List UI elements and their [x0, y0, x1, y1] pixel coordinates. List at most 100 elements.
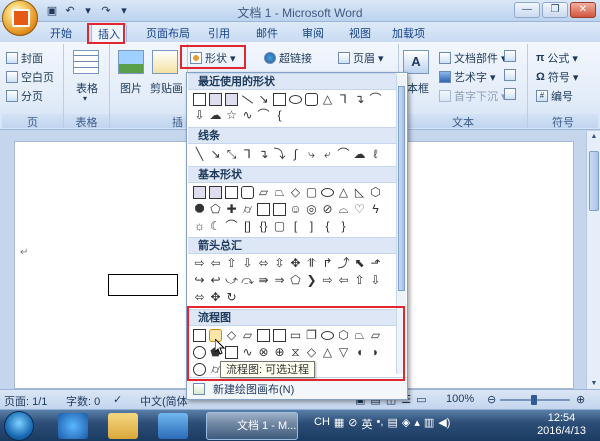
blank-page-button[interactable]: 空白页	[6, 69, 54, 85]
flow-extract[interactable]: △	[321, 346, 334, 359]
flow-process[interactable]	[193, 329, 206, 342]
basic-no-symbol[interactable]: ⊘	[321, 203, 334, 216]
zoom-level[interactable]: 100%	[446, 393, 474, 405]
basic-moon[interactable]: ☾	[209, 220, 222, 233]
office-button[interactable]	[2, 0, 38, 36]
flow-sequential-storage[interactable]	[193, 363, 206, 376]
flow-delay[interactable]: ◗	[369, 346, 382, 359]
table-dropdown-icon[interactable]: ▾	[83, 94, 87, 103]
arrow-left-right[interactable]: ⬄	[257, 257, 270, 270]
basic-right-bracket[interactable]: ]	[305, 220, 318, 233]
ime-punct-icon[interactable]: •,	[377, 416, 384, 432]
basic-bracket-pair[interactable]: []	[241, 220, 254, 233]
basic-smiley[interactable]: ☺	[289, 203, 302, 216]
basic-lightning[interactable]: ϟ	[369, 203, 382, 216]
arrow-callout-quad[interactable]: ✥	[209, 291, 222, 304]
shape-star[interactable]: ☆	[225, 109, 238, 122]
basic-rounded-rect[interactable]	[241, 186, 254, 199]
basic-diamond[interactable]: ◇	[289, 186, 302, 199]
network-icon[interactable]: ▥	[424, 416, 434, 432]
shape-freeform[interactable]: ∿	[241, 109, 254, 122]
basic-right-triangle[interactable]: ◺	[353, 186, 366, 199]
shape-curved[interactable]: ⌒	[369, 93, 382, 106]
line-curved-arrow[interactable]: ⤷	[305, 148, 318, 161]
scroll-up-icon[interactable]: ▲	[589, 133, 599, 140]
object-icon[interactable]	[504, 88, 516, 100]
arrow-up-down[interactable]: ⇳	[273, 257, 286, 270]
flow-or[interactable]: ⊕	[273, 346, 286, 359]
shapes-button[interactable]: 形状 ▾	[190, 50, 236, 66]
tab-mailings[interactable]: 邮件	[256, 25, 278, 41]
arrow-callout-right[interactable]: ⇨	[321, 274, 334, 287]
view-draft-icon[interactable]: ▭	[416, 393, 426, 406]
shape-brace[interactable]: {	[273, 109, 286, 122]
basic-bevel[interactable]	[273, 203, 286, 216]
tab-references[interactable]: 引用	[208, 25, 230, 41]
flow-multidocument[interactable]: ❐	[305, 329, 318, 342]
ime-tools-icon[interactable]: ◈	[402, 416, 410, 432]
maximize-button[interactable]: ❐	[542, 2, 568, 18]
arrow-curved-right[interactable]: ↪	[193, 274, 206, 287]
shape-oval[interactable]	[289, 95, 302, 104]
shape-rect-2[interactable]	[273, 93, 286, 106]
shape-down-arrow[interactable]: ⇩	[193, 109, 206, 122]
ime-keyboard-icon[interactable]: ▦	[334, 416, 344, 432]
line-curve[interactable]: ⌒	[337, 148, 350, 161]
flow-preparation[interactable]: ⬡	[337, 329, 350, 342]
close-button[interactable]: ✕	[570, 2, 596, 18]
line-arrow[interactable]: ↘	[209, 148, 222, 161]
flow-summing[interactable]: ⊗	[257, 346, 270, 359]
vertical-scrollbar[interactable]: ▲ ▼	[586, 131, 600, 389]
picture-icon[interactable]	[118, 50, 144, 74]
arrow-chevron[interactable]: ❯	[305, 274, 318, 287]
zoom-out-icon[interactable]: ⊖	[487, 393, 496, 406]
shape-triangle[interactable]: △	[321, 93, 334, 106]
line-double-arrow[interactable]: ⤡	[225, 148, 238, 161]
shape-arc[interactable]: ⌒	[257, 109, 270, 122]
basic-rect[interactable]	[225, 186, 238, 199]
zoom-slider-thumb[interactable]	[531, 395, 537, 405]
arrow-right[interactable]: ⇨	[193, 257, 206, 270]
formula-button[interactable]: π 公式 ▾	[536, 50, 578, 66]
basic-block-arc[interactable]: ⌓	[337, 203, 350, 216]
basic-left-bracket[interactable]: [	[289, 220, 302, 233]
basic-cube[interactable]	[257, 203, 270, 216]
flow-internal-storage[interactable]	[273, 329, 286, 342]
rectangle-shape[interactable]	[108, 274, 178, 296]
basic-brace-pair[interactable]: {}	[257, 220, 270, 233]
number-button[interactable]: # 编号	[536, 88, 573, 104]
tab-addins[interactable]: 加载项	[392, 25, 425, 41]
line-straight[interactable]: ╲	[193, 148, 206, 161]
arrow-callout-up[interactable]: ⇧	[353, 274, 366, 287]
line-curved-double[interactable]: ⤶	[321, 148, 334, 161]
arrow-left[interactable]: ⇦	[209, 257, 222, 270]
ime-mode[interactable]: 英	[362, 416, 373, 432]
status-words[interactable]: 字数: 0	[66, 393, 100, 409]
basic-trapezoid[interactable]: ⏢	[273, 186, 286, 199]
wordart-button[interactable]: 艺术字 ▾	[439, 69, 496, 85]
basic-rounded[interactable]: ▢	[305, 186, 318, 199]
arrow-down[interactable]: ⇩	[241, 257, 254, 270]
flow-sort[interactable]: ◇	[305, 346, 318, 359]
gallery-scrollbar[interactable]	[396, 74, 406, 374]
flow-terminator[interactable]	[321, 331, 334, 340]
line-scribble[interactable]: ℓ	[369, 148, 382, 161]
new-canvas-item[interactable]: 新建绘图画布(N)	[187, 377, 407, 399]
basic-arc[interactable]: ⌒	[225, 220, 238, 233]
ie-icon[interactable]	[58, 413, 88, 439]
line-elbow-arrow[interactable]: ↴	[257, 148, 270, 161]
shape-rounded-rect[interactable]	[305, 93, 318, 106]
basic-sun[interactable]: ☼	[193, 220, 206, 233]
shape-line[interactable]	[241, 95, 254, 104]
media-icon[interactable]	[158, 413, 188, 439]
arrow-curved-left[interactable]: ↩	[209, 274, 222, 287]
flow-document[interactable]: ▭	[289, 329, 302, 342]
status-page[interactable]: 页面: 1/1	[4, 393, 47, 409]
basic-heart[interactable]: ♡	[353, 203, 366, 216]
tab-page-layout[interactable]: 页面布局	[146, 25, 190, 41]
arrow-notched[interactable]: ⇒	[273, 274, 286, 287]
quickparts-button[interactable]: 文档部件▾	[439, 50, 507, 66]
shape-textbox[interactable]	[209, 93, 222, 106]
basic-octagon[interactable]: ⯃	[193, 203, 206, 216]
line-elbow-double[interactable]: ⤵	[273, 148, 286, 161]
